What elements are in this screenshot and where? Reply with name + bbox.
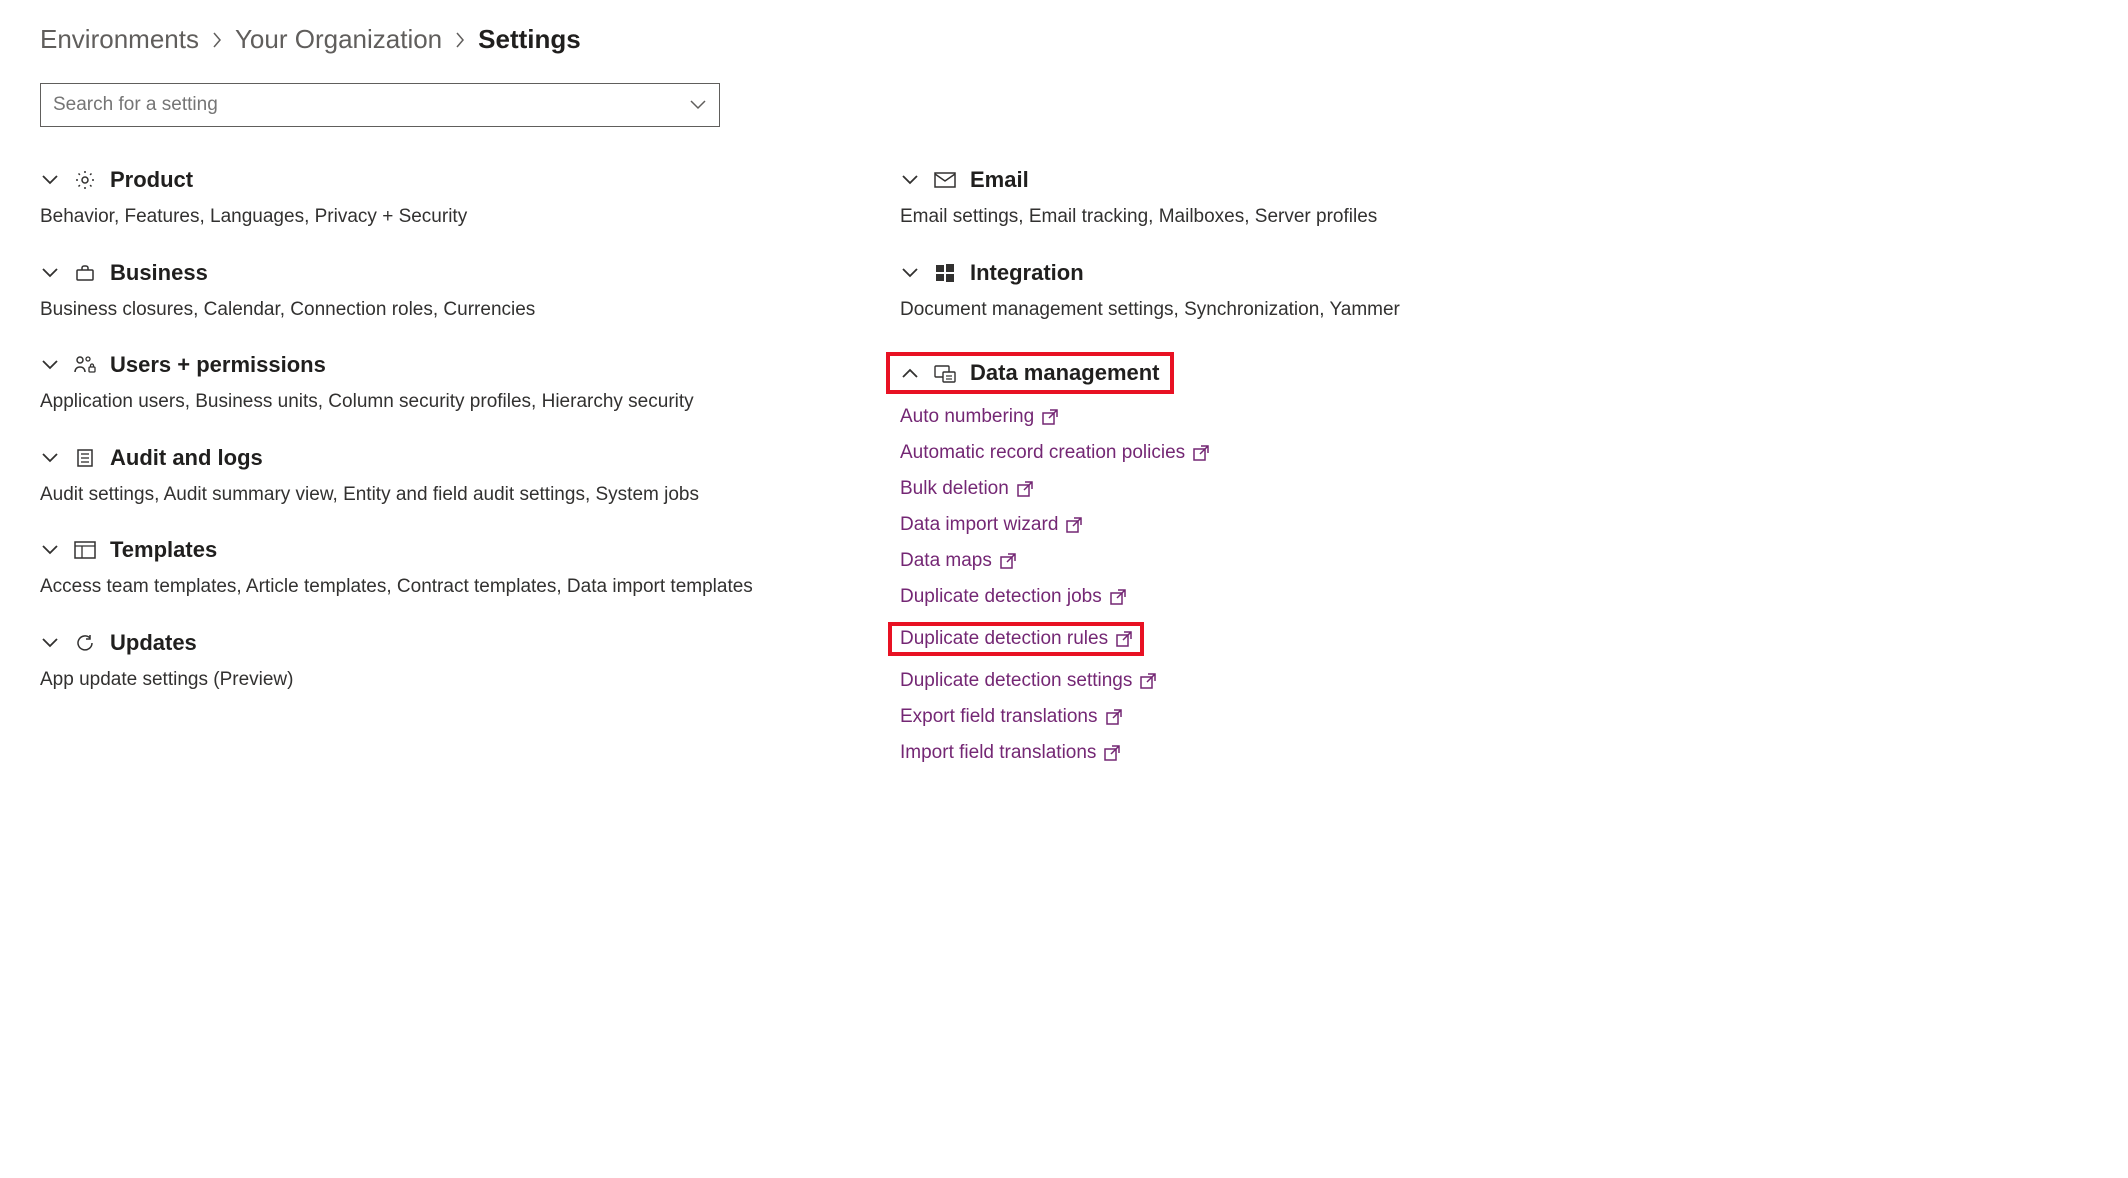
windows-icon: [934, 262, 956, 284]
section-title: Templates: [110, 537, 217, 563]
section-templates: Templates Access team templates, Article…: [40, 537, 820, 602]
section-desc: Email settings, Email tracking, Mailboxe…: [900, 203, 1680, 232]
link-dup-detection-jobs[interactable]: Duplicate detection jobs: [900, 586, 1126, 608]
external-link-icon: [1066, 517, 1082, 533]
section-header-product[interactable]: Product: [40, 167, 820, 193]
chevron-down-icon: [40, 263, 60, 283]
section-title: Audit and logs: [110, 445, 263, 471]
section-audit: Audit and logs Audit settings, Audit sum…: [40, 445, 820, 510]
external-link-icon: [1110, 589, 1126, 605]
data-management-links: Auto numbering Automatic record creation…: [900, 406, 1680, 764]
refresh-icon: [74, 632, 96, 654]
highlight-dup-rules: Duplicate detection rules: [888, 622, 1144, 656]
chevron-down-icon: [40, 355, 60, 375]
section-title: Product: [110, 167, 193, 193]
section-header-business[interactable]: Business: [40, 260, 820, 286]
settings-column-right: Email Email settings, Email tracking, Ma…: [900, 167, 1680, 792]
chevron-up-icon: [900, 363, 920, 383]
chevron-down-icon: [40, 540, 60, 560]
section-product: Product Behavior, Features, Languages, P…: [40, 167, 820, 232]
section-business: Business Business closures, Calendar, Co…: [40, 260, 820, 325]
database-folder-icon: [934, 362, 956, 384]
section-title: Updates: [110, 630, 197, 656]
breadcrumb-settings: Settings: [478, 24, 581, 55]
external-link-icon: [1042, 409, 1058, 425]
link-export-field-translations[interactable]: Export field translations: [900, 706, 1122, 728]
link-data-maps[interactable]: Data maps: [900, 550, 1016, 572]
section-users: Users + permissions Application users, B…: [40, 352, 820, 417]
external-link-icon: [1193, 445, 1209, 461]
section-header-email[interactable]: Email: [900, 167, 1680, 193]
section-email: Email Email settings, Email tracking, Ma…: [900, 167, 1680, 232]
section-header-users[interactable]: Users + permissions: [40, 352, 820, 378]
search-setting-combobox[interactable]: [40, 83, 720, 127]
external-link-icon: [1106, 709, 1122, 725]
link-dup-detection-settings[interactable]: Duplicate detection settings: [900, 670, 1156, 692]
briefcase-icon: [74, 262, 96, 284]
section-title: Business: [110, 260, 208, 286]
section-header-audit[interactable]: Audit and logs: [40, 445, 820, 471]
template-icon: [74, 539, 96, 561]
external-link-icon: [1140, 673, 1156, 689]
section-updates: Updates App update settings (Preview): [40, 630, 820, 695]
section-integration: Integration Document management settings…: [900, 260, 1680, 325]
gear-icon: [74, 169, 96, 191]
link-import-field-translations[interactable]: Import field translations: [900, 742, 1120, 764]
link-label: Duplicate detection settings: [900, 670, 1132, 692]
chevron-down-icon: [900, 170, 920, 190]
section-header-data-management[interactable]: Data management: [886, 352, 1174, 394]
section-header-integration[interactable]: Integration: [900, 260, 1680, 286]
link-label: Bulk deletion: [900, 478, 1009, 500]
chevron-down-icon: [40, 448, 60, 468]
external-link-icon: [1000, 553, 1016, 569]
section-header-templates[interactable]: Templates: [40, 537, 820, 563]
link-label: Auto numbering: [900, 406, 1034, 428]
external-link-icon: [1104, 745, 1120, 761]
list-icon: [74, 447, 96, 469]
breadcrumb-org[interactable]: Your Organization: [235, 24, 442, 55]
external-link-icon: [1116, 631, 1132, 647]
link-label: Duplicate detection jobs: [900, 586, 1102, 608]
link-auto-numbering[interactable]: Auto numbering: [900, 406, 1058, 428]
section-header-updates[interactable]: Updates: [40, 630, 820, 656]
section-desc: App update settings (Preview): [40, 666, 820, 695]
link-auto-record-creation[interactable]: Automatic record creation policies: [900, 442, 1209, 464]
section-title: Data management: [970, 360, 1160, 386]
link-data-import-wizard[interactable]: Data import wizard: [900, 514, 1082, 536]
settings-column-left: Product Behavior, Features, Languages, P…: [40, 167, 820, 792]
breadcrumb: Environments Your Organization Settings: [40, 24, 2088, 55]
section-title: Email: [970, 167, 1029, 193]
external-link-icon: [1017, 481, 1033, 497]
link-label: Import field translations: [900, 742, 1096, 764]
search-input[interactable]: [40, 83, 720, 127]
mail-icon: [934, 169, 956, 191]
link-dup-detection-rules[interactable]: Duplicate detection rules: [900, 628, 1132, 650]
breadcrumb-environments[interactable]: Environments: [40, 24, 199, 55]
chevron-right-icon: [211, 31, 223, 49]
chevron-down-icon: [40, 633, 60, 653]
section-data-management: Data management Auto numbering Automatic…: [900, 352, 1680, 764]
section-desc: Audit settings, Audit summary view, Enti…: [40, 481, 820, 510]
chevron-down-icon: [900, 263, 920, 283]
link-bulk-deletion[interactable]: Bulk deletion: [900, 478, 1033, 500]
chevron-down-icon: [40, 170, 60, 190]
section-desc: Application users, Business units, Colum…: [40, 388, 820, 417]
section-title: Integration: [970, 260, 1084, 286]
section-desc: Business closures, Calendar, Connection …: [40, 296, 820, 325]
link-label: Duplicate detection rules: [900, 628, 1108, 650]
chevron-right-icon: [454, 31, 466, 49]
section-title: Users + permissions: [110, 352, 326, 378]
link-label: Automatic record creation policies: [900, 442, 1185, 464]
link-label: Export field translations: [900, 706, 1098, 728]
link-label: Data maps: [900, 550, 992, 572]
people-lock-icon: [74, 354, 96, 376]
section-desc: Access team templates, Article templates…: [40, 573, 820, 602]
section-desc: Behavior, Features, Languages, Privacy +…: [40, 203, 820, 232]
section-desc: Document management settings, Synchroniz…: [900, 296, 1680, 325]
link-label: Data import wizard: [900, 514, 1058, 536]
